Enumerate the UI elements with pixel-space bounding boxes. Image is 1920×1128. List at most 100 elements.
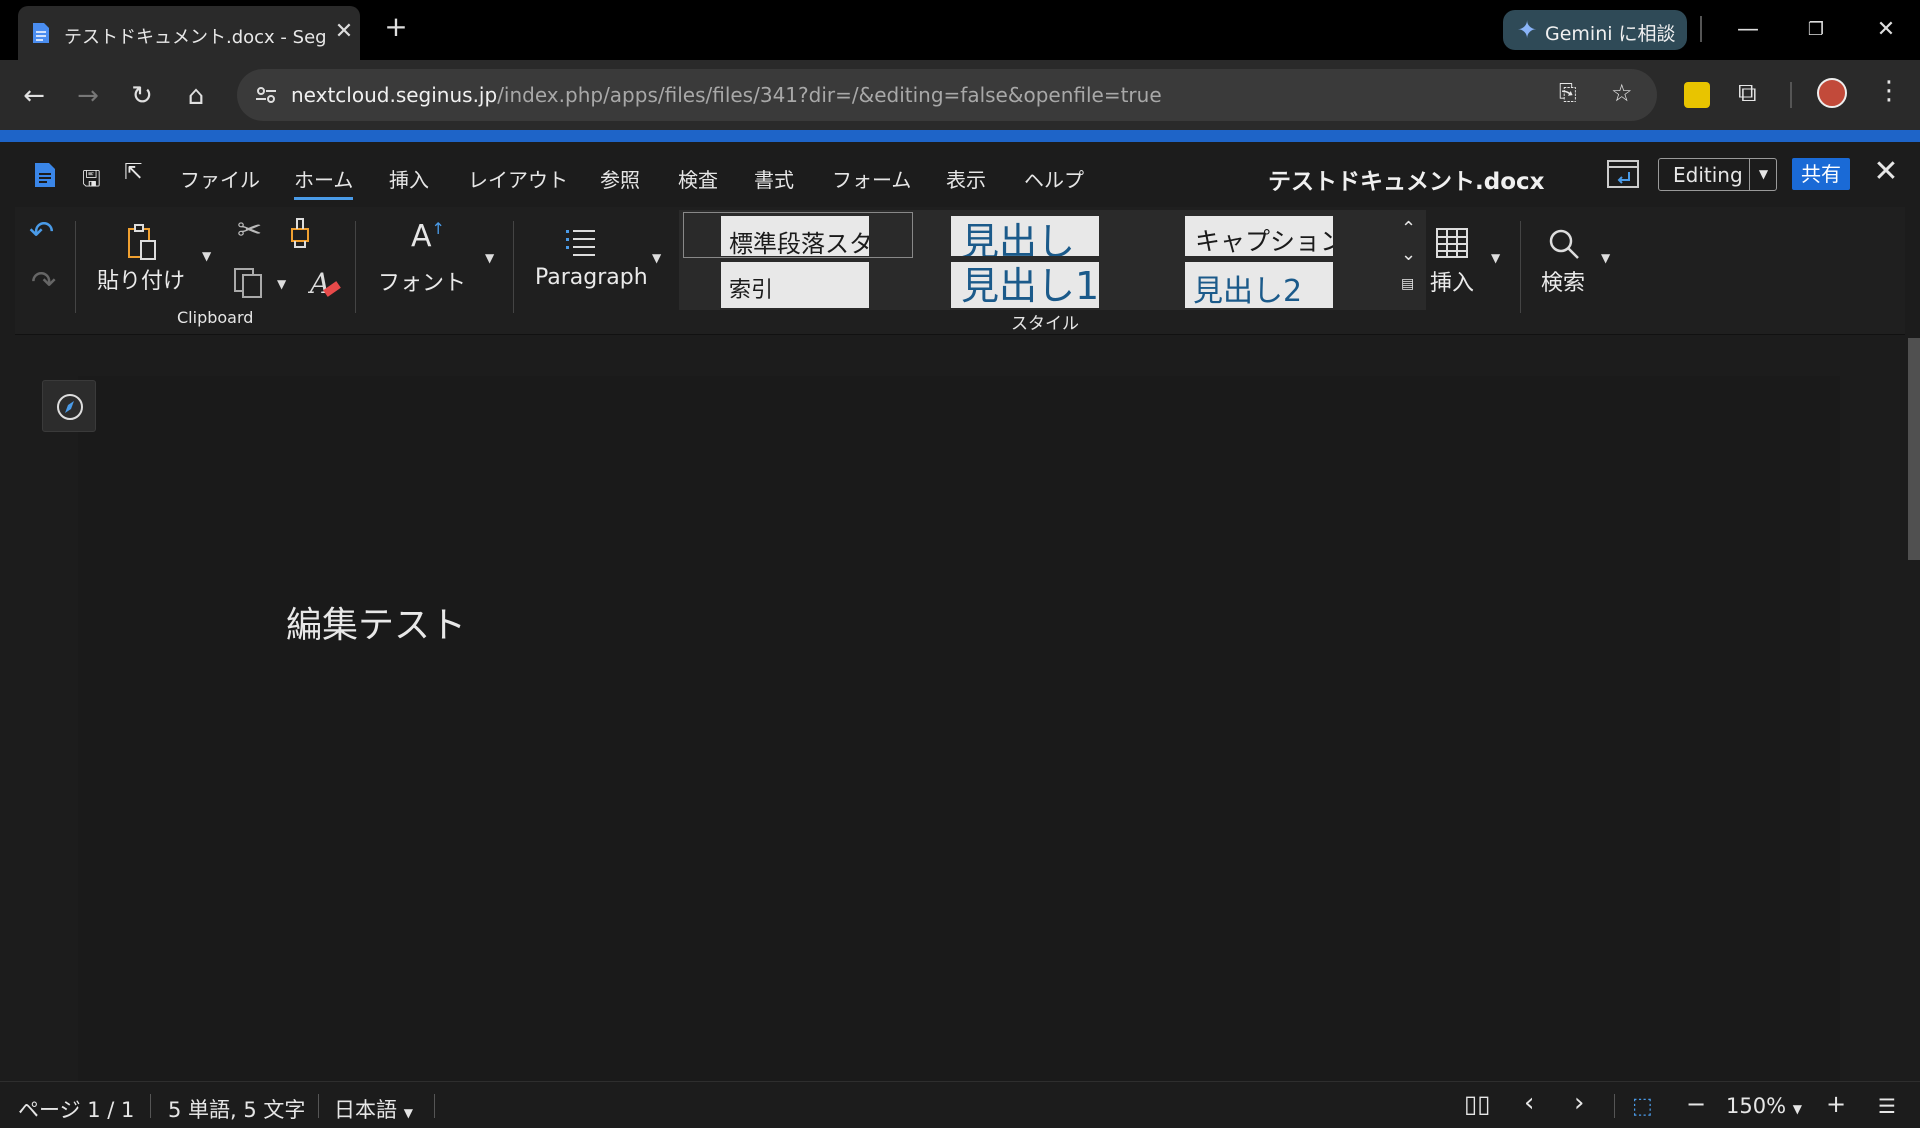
close-window-icon[interactable]: ✕ (1866, 12, 1906, 48)
paragraph-dropdown-icon[interactable]: ▼ (652, 251, 661, 265)
menu-home[interactable]: ホーム (294, 164, 354, 200)
multi-page-view-icon[interactable]: ▯▯ (1464, 1090, 1490, 1118)
styles-group-label: スタイル (1011, 314, 1079, 334)
close-tab-icon[interactable]: ✕ (330, 18, 358, 46)
styles-gallery: 標準段落スタ 索引 見出し 見出し1 キャプション 見出し2 ⌃ ⌄ ▤ (679, 210, 1426, 310)
search-icon[interactable] (1547, 227, 1581, 261)
share-button[interactable]: 共有 (1792, 158, 1850, 190)
menu-review[interactable]: 検査 (678, 164, 718, 193)
zoom-in-icon[interactable]: + (1826, 1090, 1846, 1118)
bookmark-star-icon[interactable]: ☆ (1611, 79, 1633, 107)
browser-tab-strip: テストドキュメント.docx - Seginus C ✕ + ✦ Gemini … (0, 0, 1920, 60)
home-icon[interactable]: ⌂ (178, 78, 214, 114)
style-caption[interactable]: キャプション (1185, 216, 1333, 256)
url-path: /index.php/apps/files/files/341?dir=/&ed… (497, 83, 1162, 107)
paragraph-icon[interactable] (565, 227, 597, 259)
extensions-puzzle-icon[interactable]: ⧉ (1738, 78, 1757, 109)
chevron-down-icon: ▼ (1749, 159, 1777, 190)
browser-menu-icon[interactable]: ⋮ (1876, 76, 1902, 106)
minimize-icon[interactable]: — (1728, 12, 1768, 48)
divider (318, 1094, 319, 1118)
restore-icon[interactable]: ❐ (1796, 12, 1836, 48)
menu-form[interactable]: フォーム (832, 164, 911, 193)
clear-formatting-icon[interactable]: A (308, 265, 344, 301)
url-text: nextcloud.seginus.jp/index.php/apps/file… (291, 83, 1162, 107)
search-dropdown-icon[interactable]: ▼ (1601, 251, 1610, 265)
document-title[interactable]: テストドキュメント.docx (1268, 162, 1544, 196)
styles-expand-icon[interactable]: ▤ (1401, 276, 1414, 292)
status-bar: ページ 1 / 1 5 単語, 5 文字 日本語 ▼ ▯▯ ‹ › ⬚ − 15… (0, 1081, 1920, 1128)
site-settings-icon[interactable] (251, 81, 281, 109)
search-label[interactable]: 検索 (1541, 265, 1585, 297)
styles-scroll-down-icon[interactable]: ⌄ (1401, 244, 1416, 265)
paste-label[interactable]: 貼り付け (97, 263, 185, 295)
cut-icon[interactable]: ✂ (237, 213, 262, 248)
style-index[interactable]: 索引 (721, 262, 869, 308)
font-dropdown-icon[interactable]: ▼ (485, 251, 494, 265)
gemini-button[interactable]: ✦ Gemini に相談 (1503, 10, 1687, 50)
previous-page-icon[interactable]: ‹ (1524, 1088, 1534, 1118)
install-app-icon[interactable]: ⎘ (1559, 81, 1577, 106)
font-icon[interactable]: A↑ (411, 219, 445, 254)
browser-tab[interactable]: テストドキュメント.docx - Seginus C ✕ (18, 6, 360, 60)
menu-layout[interactable]: レイアウト (468, 164, 568, 193)
navigator-button[interactable] (42, 380, 96, 432)
style-heading[interactable]: 見出し (951, 216, 1099, 256)
document-type-icon (35, 163, 55, 187)
fit-width-icon[interactable]: ⬚ (1632, 1094, 1653, 1119)
zoom-out-icon[interactable]: − (1686, 1090, 1706, 1118)
sidebar-toggle-icon[interactable] (1607, 160, 1639, 188)
status-menu-icon[interactable]: ☰ (1878, 1094, 1896, 1118)
app-header: 🖫 ⇱ ファイル ホーム 挿入 レイアウト 参照 検査 書式 フォーム 表示 ヘ… (0, 142, 1920, 207)
next-page-icon[interactable]: › (1574, 1088, 1584, 1118)
divider (1790, 82, 1792, 108)
reload-icon[interactable]: ↻ (124, 78, 160, 114)
browser-toolbar: ← → ↻ ⌂ nextcloud.seginus.jp/index.php/a… (0, 60, 1920, 130)
copy-dropdown-icon[interactable]: ▼ (277, 277, 286, 291)
menu-file[interactable]: ファイル (180, 164, 260, 193)
editing-mode-select[interactable]: Editing ▼ (1658, 158, 1777, 191)
back-icon[interactable]: ← (16, 78, 52, 114)
redo-icon[interactable]: ↷ (31, 265, 56, 300)
document-page[interactable] (78, 376, 1840, 1081)
undo-icon[interactable]: ↶ (29, 215, 54, 250)
language-label: 日本語 (334, 1098, 397, 1122)
close-document-icon[interactable]: ✕ (1868, 154, 1904, 190)
font-label[interactable]: フォント (378, 265, 466, 297)
menu-view[interactable]: 表示 (946, 164, 986, 193)
menu-references[interactable]: 参照 (600, 164, 640, 193)
style-heading1[interactable]: 見出し1 (951, 262, 1099, 308)
menu-help[interactable]: ヘルプ (1024, 164, 1084, 193)
profile-avatar[interactable] (1817, 78, 1847, 108)
paste-icon[interactable] (125, 223, 159, 261)
format-painter-icon[interactable] (287, 215, 313, 249)
vertical-scrollbar-thumb[interactable] (1908, 338, 1920, 560)
paragraph-label[interactable]: Paragraph (535, 265, 648, 290)
zoom-select[interactable]: 150% ▼ (1726, 1094, 1802, 1118)
style-heading2[interactable]: 見出し2 (1185, 262, 1333, 308)
page-count: ページ 1 / 1 (18, 1098, 135, 1122)
extension-icon[interactable] (1684, 82, 1710, 108)
insert-dropdown-icon[interactable]: ▼ (1491, 251, 1500, 265)
open-external-icon[interactable]: ⇱ (124, 160, 142, 185)
word-count: 5 単語, 5 文字 (168, 1098, 306, 1122)
new-tab-button[interactable]: + (380, 12, 412, 44)
copy-icon[interactable] (233, 267, 265, 299)
app-top-bar (0, 130, 1920, 142)
styles-scroll-up-icon[interactable]: ⌃ (1401, 218, 1416, 239)
divider (150, 1094, 151, 1118)
divider (434, 1094, 435, 1118)
insert-table-label[interactable]: 挿入 (1430, 265, 1474, 297)
language-select[interactable]: 日本語 ▼ (334, 1094, 413, 1124)
zoom-level: 150% (1726, 1094, 1787, 1118)
address-bar[interactable]: nextcloud.seginus.jp/index.php/apps/file… (237, 69, 1657, 121)
table-icon[interactable] (1435, 227, 1469, 259)
document-body-text[interactable]: 編集テスト (286, 596, 466, 648)
paste-dropdown-icon[interactable]: ▼ (202, 249, 211, 263)
menu-format[interactable]: 書式 (754, 164, 794, 193)
editing-mode-label: Editing (1673, 163, 1743, 187)
save-icon[interactable]: 🖫 (82, 162, 101, 200)
menu-insert[interactable]: 挿入 (389, 164, 429, 193)
forward-icon[interactable]: → (70, 78, 106, 114)
style-normal[interactable]: 標準段落スタ (721, 216, 869, 256)
